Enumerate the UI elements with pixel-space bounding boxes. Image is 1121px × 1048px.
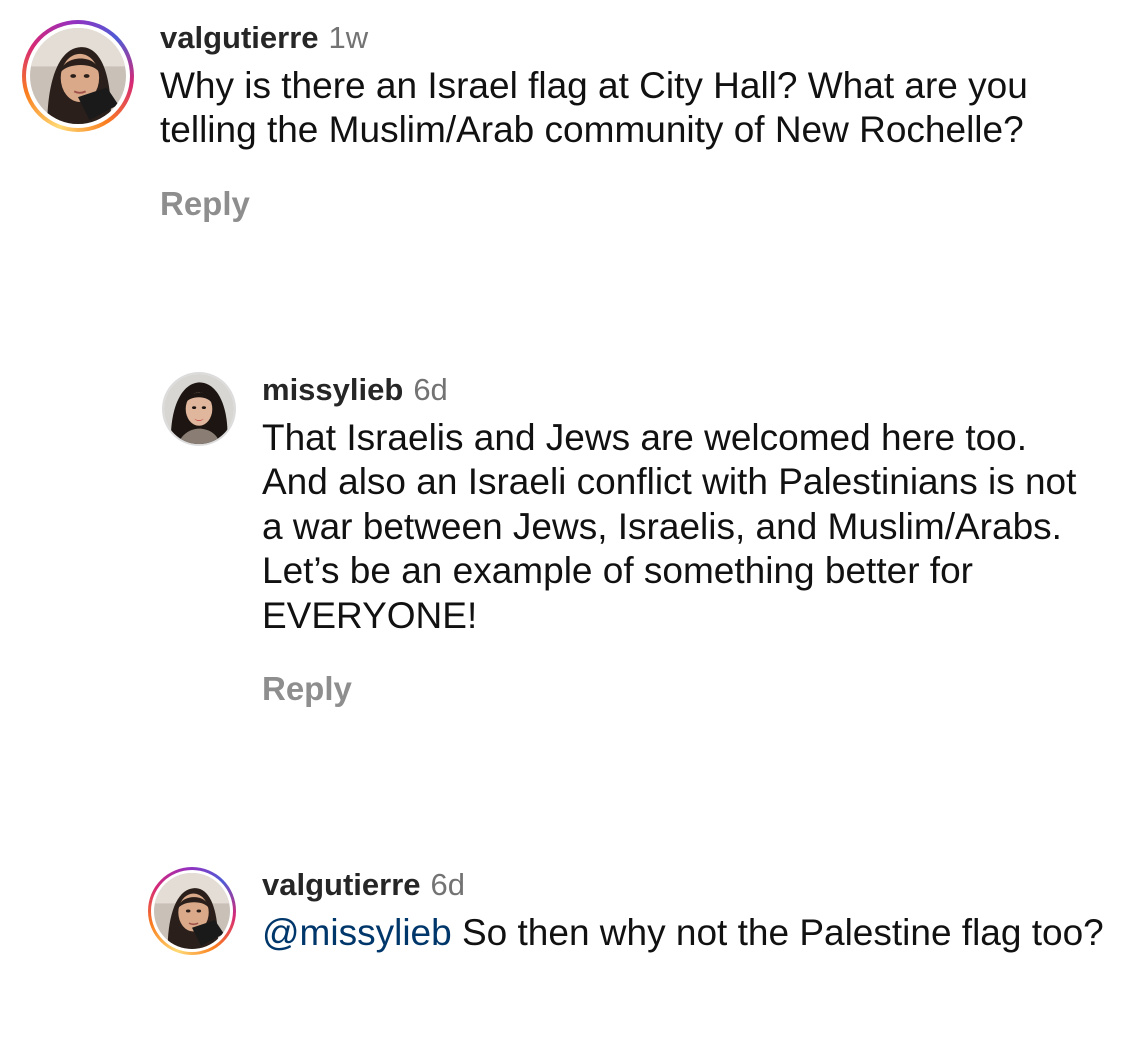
avatar[interactable] <box>154 873 230 949</box>
comment-body: valgutierre 1w Why is there an Israel fl… <box>160 20 1120 223</box>
profile-photo-icon <box>30 28 126 124</box>
comment-text: That Israelis and Jews are welcomed here… <box>262 417 1077 636</box>
comment-meta: valgutierre 6d <box>262 867 1121 907</box>
reply-button[interactable]: Reply <box>262 670 1092 708</box>
comment-body: missylieb 6d That Israelis and Jews are … <box>262 372 1092 708</box>
username[interactable]: missylieb <box>262 372 403 408</box>
comment-text: Why is there an Israel flag at City Hall… <box>160 65 1028 151</box>
comment-text-content: So then why not the Palestine flag too? <box>451 912 1104 953</box>
comment-body: valgutierre 6d @missylieb So then why no… <box>262 867 1121 955</box>
avatar-inner <box>164 374 234 444</box>
reply-button[interactable]: Reply <box>160 185 1120 223</box>
timestamp: 6d <box>413 372 448 407</box>
mention-link[interactable]: @missylieb <box>262 912 452 953</box>
username[interactable]: valgutierre <box>262 867 421 903</box>
avatar[interactable] <box>164 374 234 444</box>
profile-photo-icon <box>164 374 234 444</box>
avatar-border <box>162 372 236 446</box>
comment: valgutierre 1w Why is there an Israel fl… <box>22 20 1120 223</box>
avatar-story-ring[interactable] <box>148 867 236 955</box>
timestamp: 1w <box>328 20 369 55</box>
avatar-border <box>151 870 233 952</box>
comment-text: @missylieb So then why not the Palestine… <box>262 911 1121 955</box>
username[interactable]: valgutierre <box>160 20 319 56</box>
comment: missylieb 6d That Israelis and Jews are … <box>162 372 1092 708</box>
avatar-story-ring[interactable] <box>22 20 134 132</box>
profile-photo-icon <box>154 873 230 949</box>
avatar-border <box>26 24 130 128</box>
avatar[interactable] <box>30 28 126 124</box>
comment-meta: valgutierre 1w <box>160 20 1120 60</box>
comment: valgutierre 6d @missylieb So then why no… <box>148 867 1121 955</box>
comment-meta: missylieb 6d <box>262 372 1092 412</box>
timestamp: 6d <box>430 867 465 902</box>
